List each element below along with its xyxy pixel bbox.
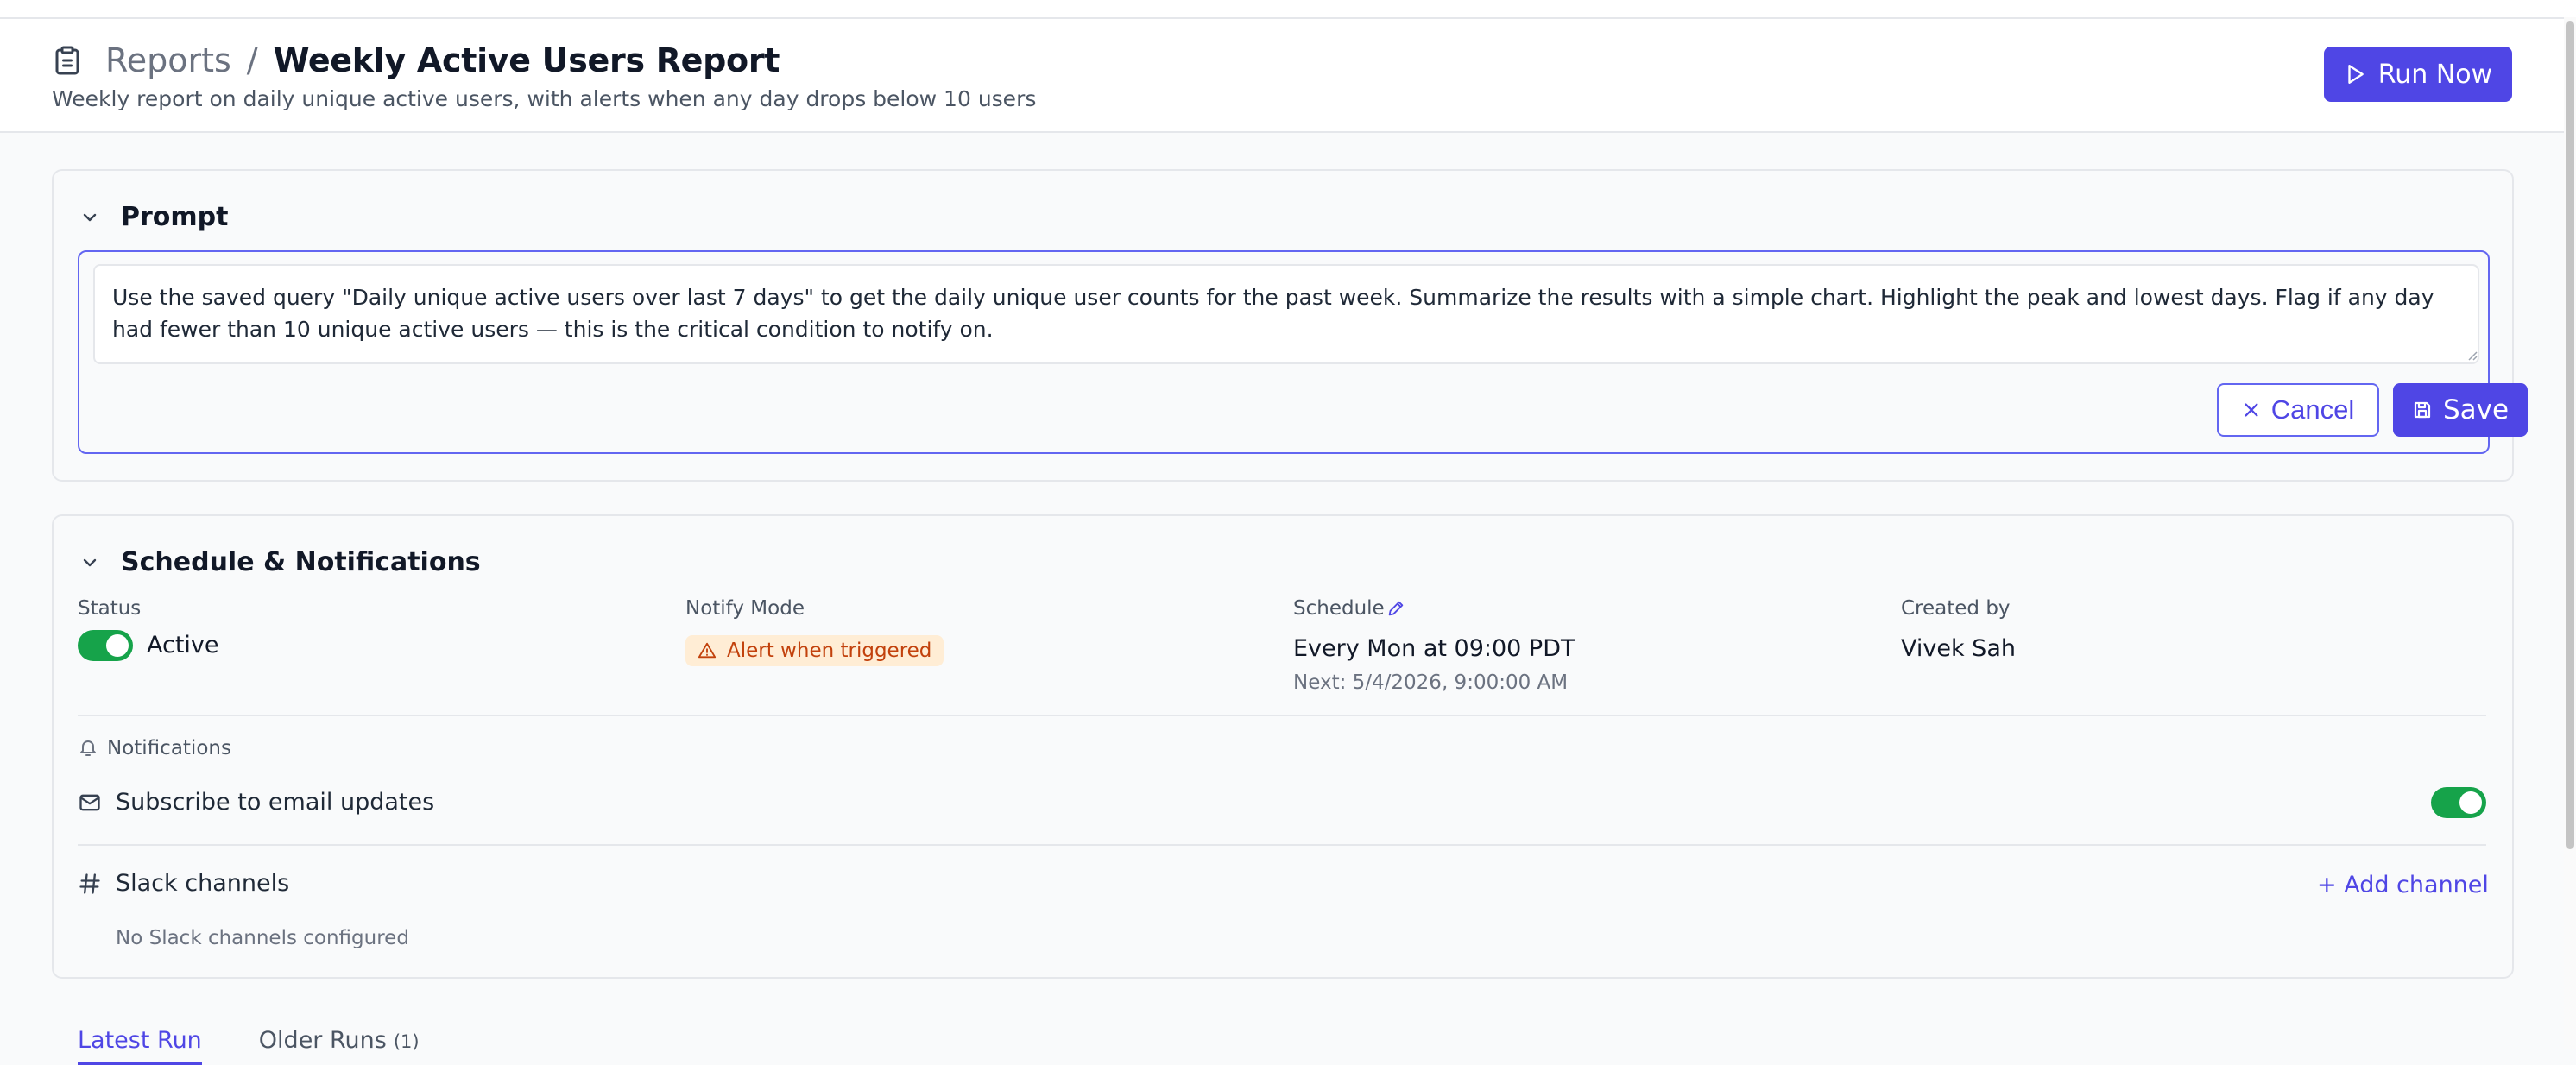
toggle-knob xyxy=(2459,791,2482,814)
alert-triangle-icon xyxy=(698,642,717,659)
run-now-button[interactable]: Run Now xyxy=(2324,47,2512,102)
older-runs-count: (1) xyxy=(393,1031,420,1052)
breadcrumb-reports-link[interactable]: Reports xyxy=(105,41,231,79)
prompt-section-title: Prompt xyxy=(121,202,229,232)
chevron-down-icon xyxy=(83,213,97,221)
schedule-value: Every Mon at 09:00 PDT xyxy=(1293,635,1575,662)
page-subtitle: Weekly report on daily unique active use… xyxy=(52,86,1037,111)
toggle-knob xyxy=(106,634,129,657)
page-title: Weekly Active Users Report xyxy=(273,41,780,79)
mail-icon xyxy=(79,794,100,811)
breadcrumb-separator: / xyxy=(246,41,258,79)
cancel-label: Cancel xyxy=(2270,394,2355,425)
play-icon xyxy=(2348,65,2364,84)
chevron-down-icon xyxy=(83,558,97,566)
add-channel-button[interactable]: + Add channel xyxy=(2317,872,2489,898)
clipboard-icon xyxy=(55,46,79,75)
email-subscribe-toggle[interactable] xyxy=(2431,787,2486,818)
save-label: Save xyxy=(2442,394,2510,425)
window-top-edge xyxy=(0,0,2576,19)
runs-tabs: Latest Run Older Runs (1) xyxy=(78,1027,420,1065)
slack-empty-state: No Slack channels configured xyxy=(116,927,409,949)
prompt-textarea[interactable]: Use the saved query "Daily unique active… xyxy=(93,264,2479,364)
tab-older-runs[interactable]: Older Runs (1) xyxy=(259,1027,420,1065)
schedule-section-toggle[interactable]: Schedule & Notifications xyxy=(79,547,481,577)
divider xyxy=(78,844,2486,846)
prompt-editor: Use the saved query "Daily unique active… xyxy=(78,250,2528,454)
created-by-label: Created by xyxy=(1901,597,2011,620)
page-scrollbar[interactable] xyxy=(2564,17,2576,1049)
hash-icon xyxy=(79,873,100,894)
bell-icon xyxy=(80,740,96,756)
tab-older-runs-label: Older Runs xyxy=(258,1027,387,1054)
prompt-section-toggle[interactable]: Prompt xyxy=(79,202,228,232)
slack-channels-label: Slack channels xyxy=(116,870,290,897)
pencil-icon[interactable] xyxy=(1386,599,1405,618)
status-toggle[interactable] xyxy=(78,630,133,661)
notify-mode-badge: Alert when triggered xyxy=(685,635,944,666)
notifications-label: Notifications xyxy=(107,737,231,759)
divider xyxy=(78,715,2486,716)
resize-handle-icon[interactable] xyxy=(2464,347,2478,361)
next-run-time: Next: 5/4/2026, 9:00:00 AM xyxy=(1293,671,1569,694)
status-value: Active xyxy=(147,632,219,659)
schedule-section-title: Schedule & Notifications xyxy=(121,547,481,577)
notify-mode-label: Notify Mode xyxy=(685,597,805,620)
prompt-card: Prompt Use the saved query "Daily unique… xyxy=(52,169,2528,482)
notify-mode-value: Alert when triggered xyxy=(727,640,932,662)
page-header: Reports / Weekly Active Users Report Wee… xyxy=(0,19,2564,133)
schedule-label: Schedule xyxy=(1293,597,1385,620)
email-subscribe-label: Subscribe to email updates xyxy=(116,789,435,816)
save-icon xyxy=(2414,401,2431,419)
run-now-label: Run Now xyxy=(2377,59,2493,90)
save-button[interactable]: Save xyxy=(2393,383,2528,437)
scrollbar-thumb[interactable] xyxy=(2566,21,2574,849)
created-by-value: Vivek Sah xyxy=(1901,635,2016,662)
cancel-button[interactable]: Cancel xyxy=(2217,383,2379,437)
breadcrumb: Reports / Weekly Active Users Report xyxy=(52,41,780,79)
tab-latest-run[interactable]: Latest Run xyxy=(78,1027,202,1065)
close-icon xyxy=(2245,403,2258,417)
schedule-card: Schedule & Notifications Status Active N… xyxy=(52,514,2514,979)
status-label: Status xyxy=(78,597,142,620)
